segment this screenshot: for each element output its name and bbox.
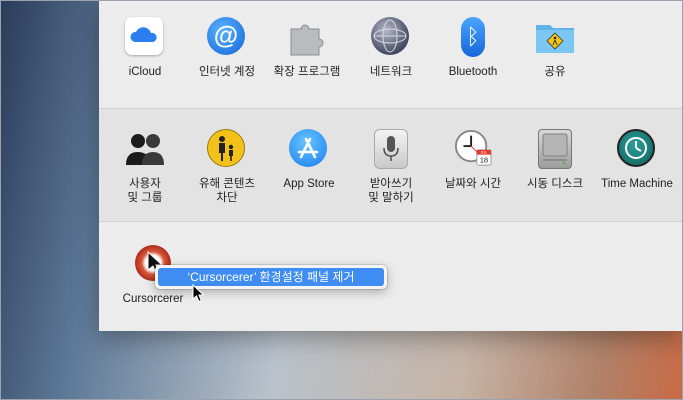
- pref-date-time[interactable]: JUL 18 날짜와 시간: [431, 129, 515, 191]
- bluetooth-icon: ᛒ: [453, 17, 493, 57]
- calendar-month: JUL: [481, 151, 488, 155]
- pref-app-store[interactable]: App Store: [267, 129, 351, 191]
- pref-label: Bluetooth: [448, 66, 498, 78]
- pref-extensions[interactable]: 확장 프로그램: [265, 17, 349, 79]
- pref-parental-controls[interactable]: 유해 콘텐츠 차단: [185, 129, 269, 205]
- pref-label: Cursorcerer: [122, 293, 184, 305]
- pref-label: 유해 콘텐츠 차단: [198, 178, 256, 204]
- pref-label: 네트워크: [369, 66, 413, 78]
- pref-dictation-speech[interactable]: 받아쓰기 및 말하기: [349, 129, 433, 205]
- parental-controls-icon: [207, 129, 247, 169]
- pref-network[interactable]: 네트워크: [349, 17, 433, 79]
- pref-label: App Store: [283, 178, 335, 190]
- time-machine-icon: [617, 129, 657, 169]
- pref-startup-disk[interactable]: 시동 디스크: [513, 129, 597, 191]
- network-icon: [371, 17, 411, 57]
- dictation-icon: [371, 129, 411, 169]
- pref-label: 받아쓰기 및 말하기: [368, 178, 414, 204]
- pref-internet-accounts[interactable]: @ 인터넷 계정: [185, 17, 269, 79]
- pref-time-machine[interactable]: Time Machine: [595, 129, 679, 191]
- calendar-day: 18: [480, 156, 488, 165]
- pref-label: Time Machine: [601, 178, 673, 190]
- app-store-icon: [289, 129, 329, 169]
- mouse-pointer-icon: [192, 284, 205, 303]
- pref-label: 시동 디스크: [526, 178, 584, 190]
- pref-label: iCloud: [128, 66, 162, 78]
- context-menu: ‘Cursorcerer’ 환경설정 패널 제거: [155, 265, 387, 289]
- extensions-icon: [287, 17, 327, 57]
- preferences-row-2: 사용자 및 그룹 유해 콘텐츠 차단 App Store 받아쓰기 및 말하기 …: [99, 108, 683, 222]
- pref-label: 사용자 및 그룹: [127, 178, 163, 204]
- pref-users-groups[interactable]: 사용자 및 그룹: [103, 129, 187, 205]
- pref-label: 날짜와 시간: [444, 178, 502, 190]
- sharing-icon: [535, 17, 575, 57]
- internet-accounts-icon: @: [207, 17, 247, 57]
- pref-sharing[interactable]: 공유: [513, 17, 597, 79]
- users-groups-icon: [125, 129, 165, 169]
- startup-disk-icon: [535, 129, 575, 169]
- pref-label: 인터넷 계정: [198, 66, 256, 78]
- pref-icloud[interactable]: iCloud: [103, 17, 187, 79]
- pref-bluetooth[interactable]: ᛒ Bluetooth: [431, 17, 515, 79]
- pref-label: 확장 프로그램: [273, 66, 341, 78]
- pref-label: 공유: [544, 66, 566, 78]
- preferences-row-1: iCloud @ 인터넷 계정 확장 프로그램 네트워크 ᛒ Bluetooth…: [99, 0, 683, 108]
- date-time-icon: JUL 18: [453, 129, 493, 169]
- icloud-icon: [125, 17, 165, 57]
